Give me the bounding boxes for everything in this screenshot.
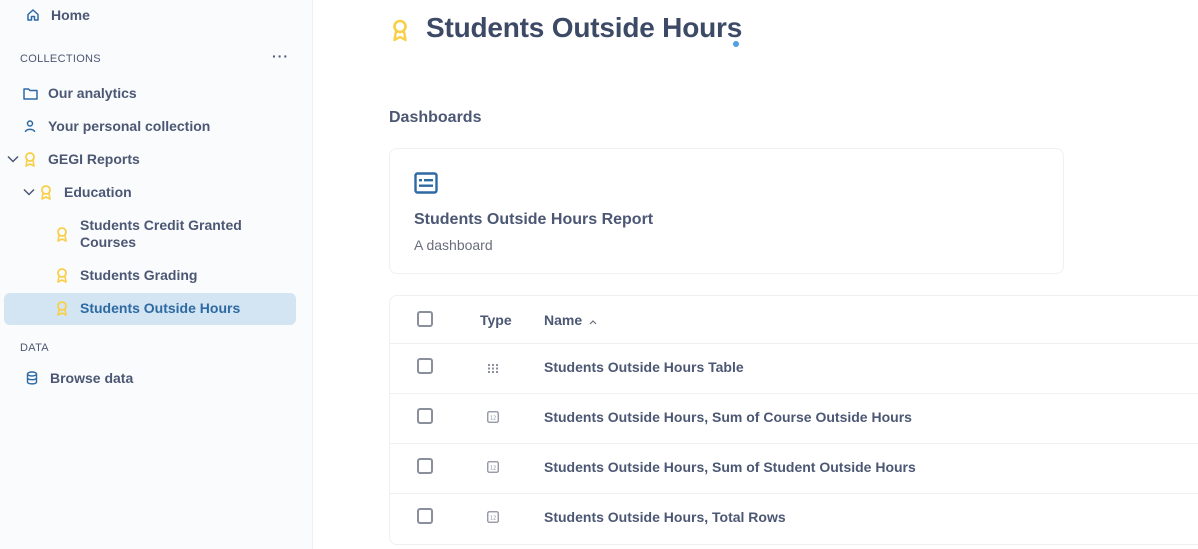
row-checkbox[interactable] (417, 508, 433, 524)
number-icon: 12 (487, 511, 499, 523)
table-row[interactable]: Students Outside Hours Table (390, 344, 1198, 394)
official-badge-icon (390, 18, 410, 47)
sidebar-item-grading[interactable]: Students Grading (54, 267, 197, 283)
sidebar-item-our-analytics[interactable]: Our analytics (22, 85, 137, 101)
official-badge-icon (38, 184, 54, 200)
sidebar-home[interactable]: Home (25, 7, 90, 23)
row-checkbox[interactable] (417, 358, 433, 374)
sidebar-item-credit-granted[interactable]: Students Credit Granted Courses (54, 217, 250, 251)
select-all-checkbox[interactable] (417, 311, 433, 327)
row-name[interactable]: Students Outside Hours, Sum of Course Ou… (544, 409, 912, 425)
column-header-name-label: Name (544, 312, 583, 328)
folder-icon (22, 85, 38, 101)
table-row[interactable]: 12 Students Outside Hours, Sum of Course… (390, 394, 1198, 444)
row-name[interactable]: Students Outside Hours Table (544, 359, 744, 375)
official-badge-icon (54, 300, 70, 316)
data-section-label: DATA (20, 342, 49, 354)
sidebar-item-label: Students Outside Hours (80, 300, 241, 316)
sidebar-item-gegi-reports[interactable]: GEGI Reports (22, 151, 140, 167)
svg-text:12: 12 (490, 465, 496, 471)
sidebar-item-label: Your personal collection (48, 118, 211, 134)
official-badge-icon (54, 267, 70, 283)
status-dot (733, 41, 739, 47)
dashboard-card[interactable]: Students Outside Hours Report A dashboar… (389, 148, 1064, 274)
table-header-row: Type Name (390, 296, 1198, 344)
official-badge-icon (54, 226, 70, 242)
database-icon (24, 370, 40, 386)
number-icon: 12 (487, 411, 499, 423)
chevron-down-icon[interactable] (6, 152, 20, 166)
sidebar-item-label: Education (64, 184, 132, 200)
sidebar-browse-data[interactable]: Browse data (24, 370, 133, 386)
dashboard-card-title: Students Outside Hours Report (414, 211, 654, 228)
sidebar-item-outside-hours[interactable]: Students Outside Hours (54, 300, 240, 316)
home-icon (25, 7, 41, 23)
row-checkbox[interactable] (417, 408, 433, 424)
number-icon: 12 (487, 461, 499, 473)
table-row[interactable]: 12 Students Outside Hours, Total Rows (390, 494, 1198, 544)
sort-ascending-icon (589, 320, 597, 325)
table-row[interactable]: 12 Students Outside Hours, Sum of Studen… (390, 444, 1198, 494)
collections-more-icon[interactable]: ··· (272, 48, 289, 64)
dashboards-heading: Dashboards (389, 109, 482, 126)
items-table: Type Name Students Outside Hours Table 1… (389, 295, 1198, 545)
sidebar-item-label: Our analytics (48, 85, 137, 101)
sidebar-item-label: GEGI Reports (48, 151, 140, 167)
collections-section-label: COLLECTIONS (20, 53, 101, 65)
page-title[interactable]: Students Outside Hours (426, 12, 742, 44)
sidebar-item-education[interactable]: Education (38, 184, 132, 200)
sidebar-item-label: Students Grading (80, 267, 198, 283)
table-icon (487, 362, 499, 374)
column-header-name[interactable]: Name (544, 312, 597, 328)
sidebar-item-label: Students Credit Granted Courses (80, 217, 242, 250)
svg-text:12: 12 (490, 415, 496, 421)
sidebar-browse-label: Browse data (50, 370, 134, 386)
dashboard-icon (414, 172, 438, 199)
official-badge-icon (22, 151, 38, 167)
dashboard-card-subtitle: A dashboard (414, 237, 493, 253)
row-checkbox[interactable] (417, 458, 433, 474)
sidebar: Home COLLECTIONS ··· Our analytics Your … (0, 0, 313, 549)
svg-text:12: 12 (490, 515, 496, 521)
chevron-down-icon[interactable] (22, 185, 36, 199)
person-icon (22, 118, 38, 134)
sidebar-home-label: Home (51, 7, 90, 23)
column-header-type[interactable]: Type (480, 312, 512, 328)
sidebar-item-personal-collection[interactable]: Your personal collection (22, 118, 210, 134)
row-name[interactable]: Students Outside Hours, Total Rows (544, 509, 786, 525)
row-name[interactable]: Students Outside Hours, Sum of Student O… (544, 459, 916, 475)
